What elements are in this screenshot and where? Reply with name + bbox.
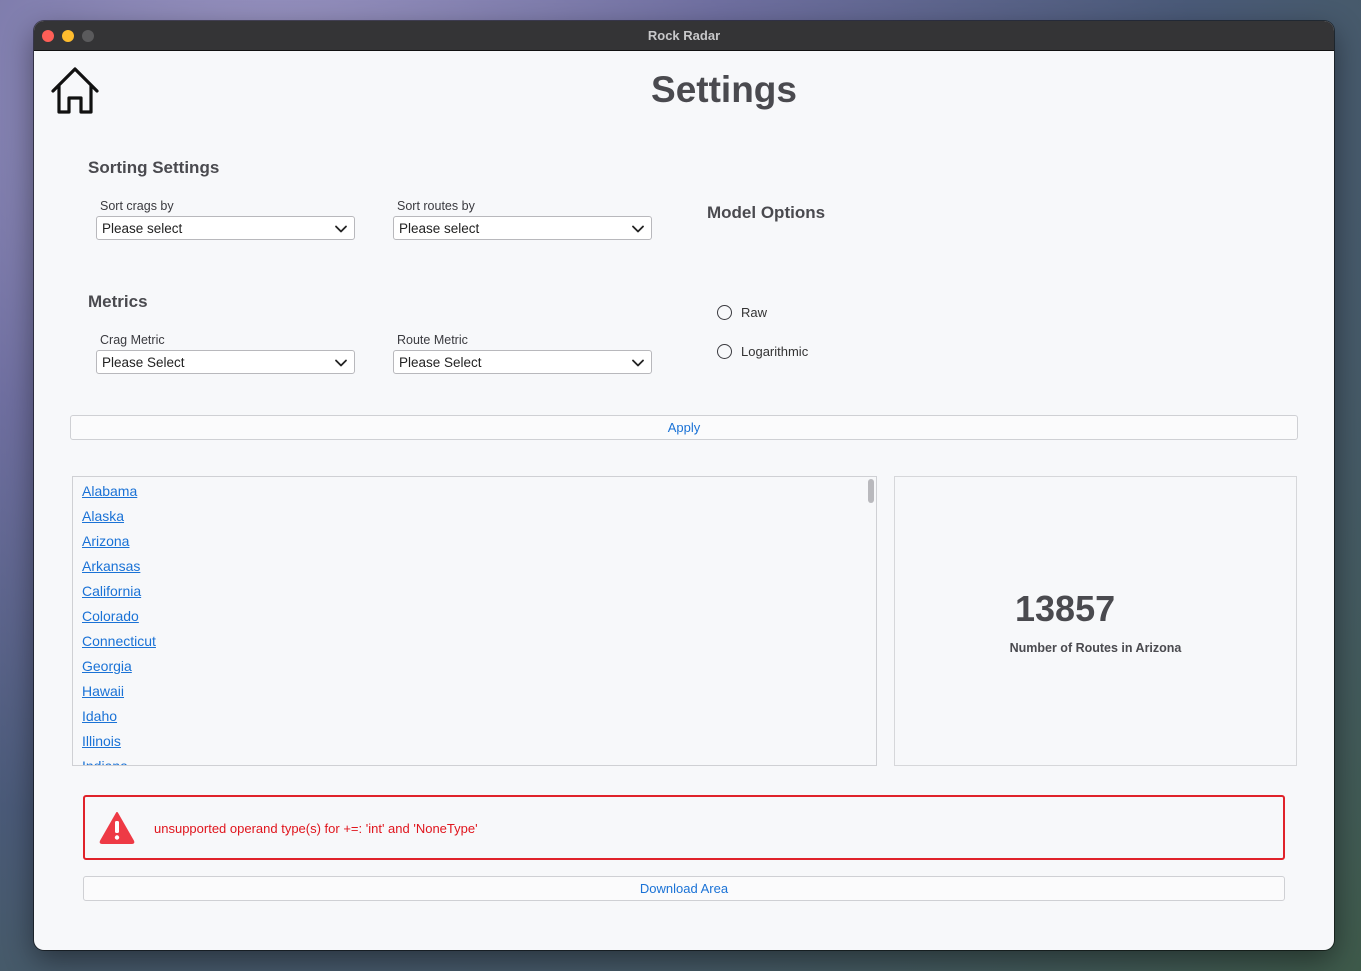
sort-crags-select[interactable]: Please select [96, 216, 355, 240]
crag-metric-value: Please Select [102, 355, 185, 370]
state-link-colorado[interactable]: Colorado [82, 608, 139, 624]
apply-button[interactable]: Apply [70, 415, 1298, 440]
metric-card: 13857 Number of Routes in Arizona [894, 476, 1297, 766]
list-item: Arizona [82, 533, 156, 558]
route-metric-select[interactable]: Please Select [393, 350, 652, 374]
metrics-heading: Metrics [88, 292, 148, 311]
sort-crags-label: Sort crags by [100, 199, 174, 213]
radio-logarithmic-label: Logarithmic [741, 344, 809, 359]
title-bar: Rock Radar [34, 21, 1334, 51]
list-item: Arkansas [82, 558, 156, 583]
chevron-down-icon [335, 359, 347, 367]
chevron-down-icon [632, 359, 644, 367]
crag-metric-select[interactable]: Please Select [96, 350, 355, 374]
route-metric-value: Please Select [399, 355, 482, 370]
model-options-heading: Model Options [707, 203, 826, 222]
list-item: Alabama [82, 483, 156, 508]
metric-value: 13857 [1015, 588, 1116, 629]
list-item: Idaho [82, 708, 156, 733]
radio-logarithmic-circle[interactable] [717, 344, 732, 359]
list-scrollbar[interactable] [868, 479, 874, 503]
window-title: Rock Radar [647, 28, 721, 43]
state-link-arizona[interactable]: Arizona [82, 533, 129, 549]
home-button[interactable] [49, 64, 101, 116]
radio-raw-circle[interactable] [717, 305, 732, 320]
sorting-settings-heading: Sorting Settings [88, 158, 220, 177]
state-link-connecticut[interactable]: Connecticut [82, 633, 156, 649]
crag-metric-label: Crag Metric [100, 333, 165, 347]
list-item: Alaska [82, 508, 156, 533]
download-area-button[interactable]: Download Area [83, 876, 1285, 901]
list-item: Connecticut [82, 633, 156, 658]
list-item: California [82, 583, 156, 608]
state-link-illinois[interactable]: Illinois [82, 733, 121, 749]
route-metric-label: Route Metric [397, 333, 468, 347]
sort-routes-label: Sort routes by [397, 199, 475, 213]
state-link-california[interactable]: California [82, 583, 141, 599]
error-alert: unsupported operand type(s) for +=: 'int… [83, 795, 1285, 860]
error-message: unsupported operand type(s) for +=: 'int… [154, 821, 478, 836]
state-link-alabama[interactable]: Alabama [82, 483, 137, 499]
list-item: Illinois [82, 733, 156, 758]
state-link-georgia[interactable]: Georgia [82, 658, 132, 674]
list-item: Colorado [82, 608, 156, 633]
list-item: Georgia [82, 658, 156, 683]
home-icon [51, 67, 99, 114]
metric-caption: Number of Routes in Arizona [1009, 641, 1182, 655]
app-window: Rock Radar Settings Sorting Settings Sor… [34, 21, 1334, 950]
list-item: Indiana [82, 758, 156, 765]
page-title: Settings [651, 69, 797, 110]
list-item: Hawaii [82, 683, 156, 708]
state-list-items: Alabama Alaska Arizona Arkansas Californ… [82, 483, 156, 765]
state-link-arkansas[interactable]: Arkansas [82, 558, 140, 574]
state-link-idaho[interactable]: Idaho [82, 708, 117, 724]
state-list[interactable]: Alabama Alaska Arizona Arkansas Californ… [72, 476, 877, 766]
state-link-alaska[interactable]: Alaska [82, 508, 124, 524]
warning-triangle-icon [99, 812, 135, 844]
chevron-down-icon [335, 225, 347, 233]
chevron-down-icon [632, 225, 644, 233]
state-link-indiana[interactable]: Indiana [82, 758, 128, 765]
sort-crags-value: Please select [102, 221, 183, 236]
state-link-hawaii[interactable]: Hawaii [82, 683, 124, 699]
radio-raw-label: Raw [741, 305, 768, 320]
sort-routes-select[interactable]: Please select [393, 216, 652, 240]
sort-routes-value: Please select [399, 221, 480, 236]
